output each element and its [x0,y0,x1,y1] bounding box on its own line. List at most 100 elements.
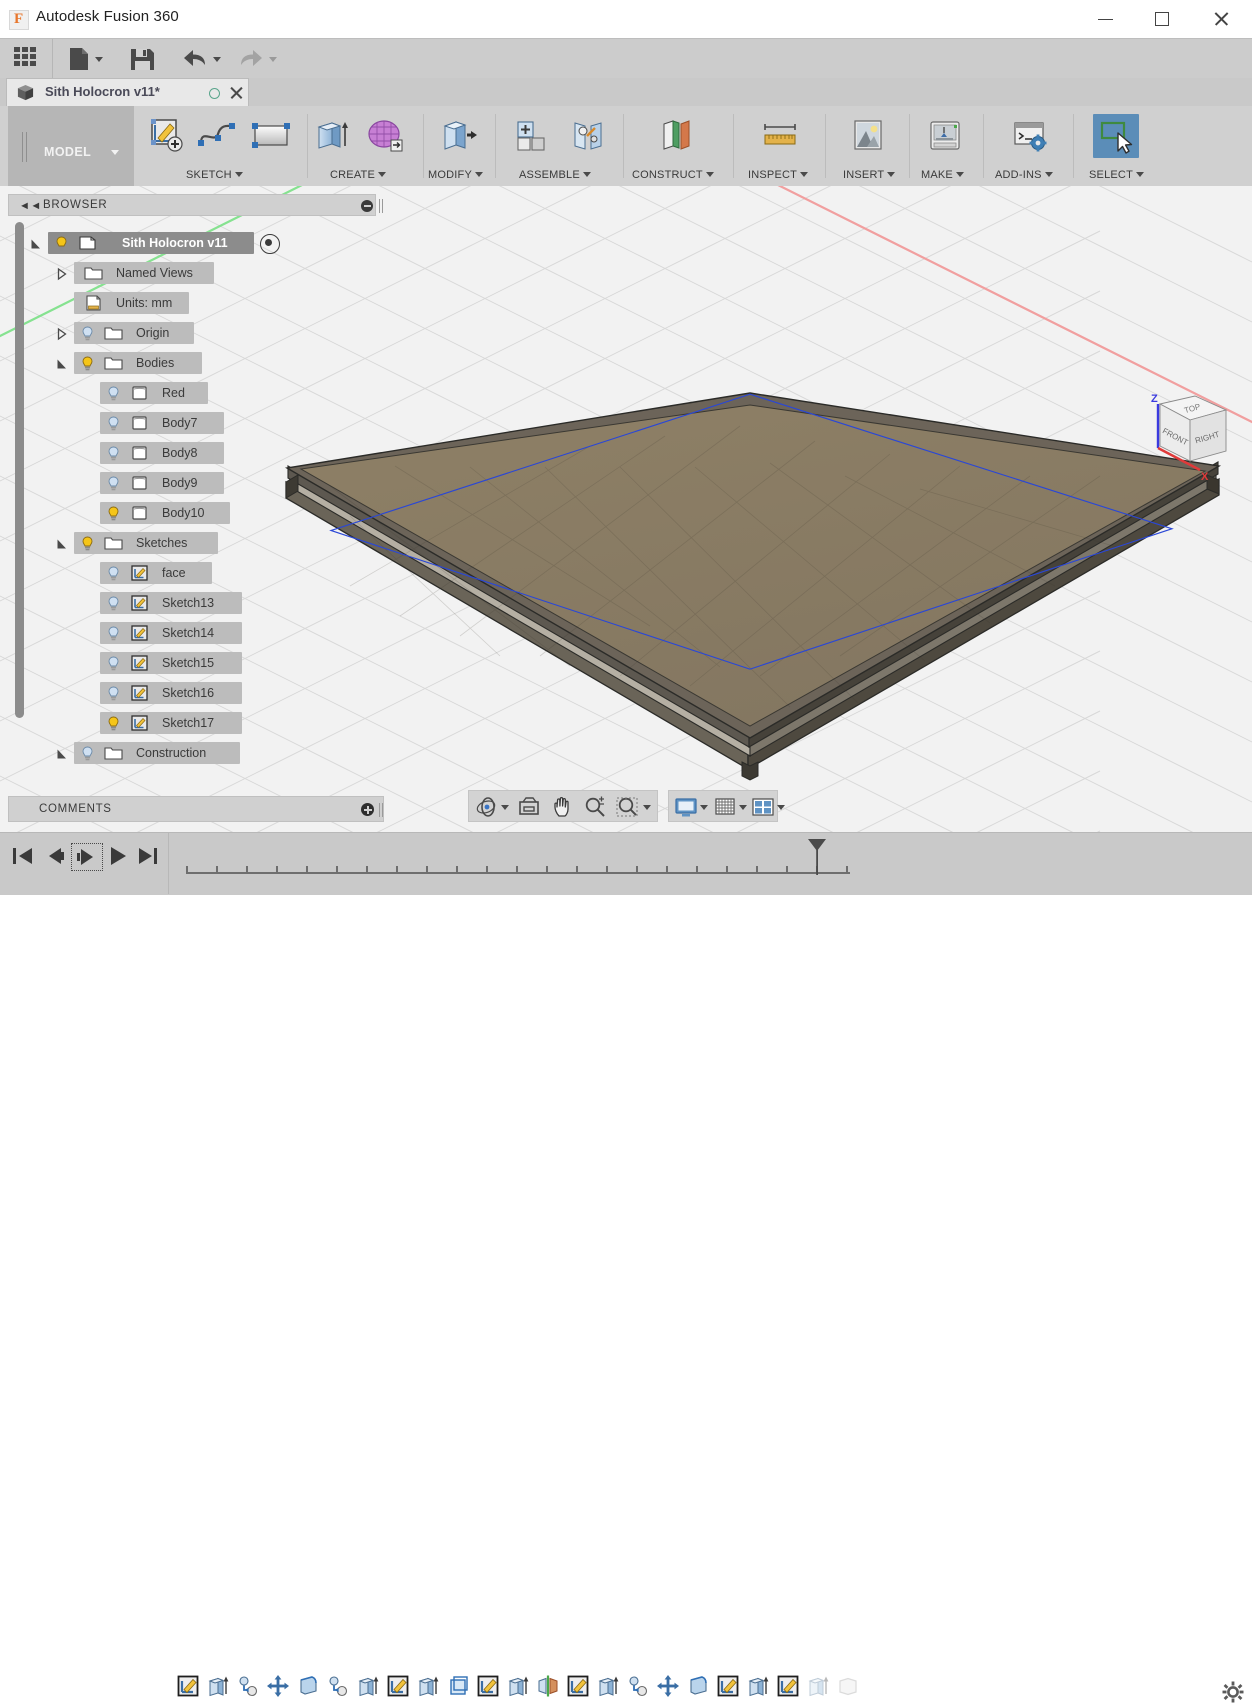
comments-panel[interactable]: COMMENTS [8,796,384,822]
browser-tree-item[interactable]: Sketch16 [30,678,376,708]
chevron-down-icon[interactable] [643,805,651,810]
feature-extrude[interactable] [206,1674,230,1698]
step-back-button[interactable] [40,843,70,869]
play-button[interactable] [103,843,133,869]
collapse-arrow-icon[interactable] [56,268,68,280]
light-bulb-icon[interactable] [106,626,121,642]
jump-start-button[interactable] [8,843,38,869]
light-bulb-icon[interactable] [106,566,121,582]
jump-end-button[interactable] [133,843,163,869]
minimize-button[interactable] [1085,0,1131,38]
feature-extrude[interactable] [596,1674,620,1698]
form-button[interactable] [362,114,408,158]
browser-tree-item[interactable]: Sketch14 [30,618,376,648]
feature-sketch[interactable] [716,1674,740,1698]
chevron-down-icon[interactable] [700,805,708,810]
timeline-rail[interactable] [186,872,850,874]
feature-sketch[interactable] [566,1674,590,1698]
browser-tree-item[interactable]: Sketches [30,528,376,558]
gear-icon[interactable] [1222,1681,1244,1703]
expand-arrow-icon[interactable] [30,238,42,250]
feature-joint[interactable] [236,1674,260,1698]
feature-fillet[interactable] [296,1674,320,1698]
maximize-button[interactable] [1141,0,1187,38]
orbit-button[interactable] [475,795,499,819]
expand-arrow-icon[interactable] [56,748,68,760]
light-bulb-icon[interactable] [106,476,121,492]
zoom-button[interactable] [583,795,607,819]
file-menu-button[interactable] [66,45,110,73]
light-bulb-icon[interactable] [106,416,121,432]
chevron-down-icon[interactable] [739,805,747,810]
step-forward-button[interactable] [71,843,103,871]
expand-arrow-icon[interactable] [56,358,68,370]
ribbon-panel-label-inspect[interactable]: INSPECT [748,169,808,181]
light-bulb-icon[interactable] [80,326,95,342]
press-pull-button[interactable] [436,114,482,158]
light-bulb-icon[interactable] [106,716,121,732]
undo-button[interactable] [180,45,228,73]
feature-sketch[interactable] [386,1674,410,1698]
feature-sketch[interactable] [776,1674,800,1698]
chevron-down-icon[interactable] [501,805,509,810]
browser-tree-item[interactable]: Origin [30,318,376,348]
light-bulb-icon[interactable] [106,446,121,462]
grid-snaps-button[interactable] [713,795,737,819]
scripts-addins-button[interactable] [1006,114,1052,158]
light-bulb-icon[interactable] [54,236,69,252]
light-bulb-icon[interactable] [80,356,95,372]
minimize-icon[interactable] [361,200,373,212]
ribbon-panel-label-addins[interactable]: ADD-INS [995,169,1053,181]
feature-sketch[interactable] [476,1674,500,1698]
feature-extrude[interactable] [416,1674,440,1698]
redo-button[interactable] [236,45,284,73]
expand-arrow-icon[interactable] [56,538,68,550]
browser-tree-item[interactable]: Construction [30,738,376,768]
fit-button[interactable] [615,795,639,819]
light-bulb-icon[interactable] [106,686,121,702]
document-tab[interactable]: Sith Holocron v11* [6,78,249,106]
feature-extrude[interactable] [746,1674,770,1698]
ribbon-panel-label-insert[interactable]: INSERT [843,169,895,181]
feature-extrude[interactable] [356,1674,380,1698]
browser-header[interactable]: ◄◄ BROWSER [8,194,376,216]
timeline-marker[interactable] [807,838,827,878]
feature-extrude[interactable] [506,1674,530,1698]
ribbon-panel-label-construct[interactable]: CONSTRUCT [632,169,714,181]
spline-button[interactable] [194,114,240,158]
select-button[interactable] [1093,114,1139,158]
insert-image-button[interactable] [845,114,891,158]
close-icon[interactable] [229,85,243,99]
plus-icon[interactable] [361,803,374,816]
ribbon-panel-label-assemble[interactable]: ASSEMBLE [519,169,591,181]
view-cube[interactable]: TOP FRONT RIGHT Z X [1140,386,1245,491]
browser-tree-item[interactable]: face [30,558,376,588]
ribbon-panel-label-modify[interactable]: MODIFY [428,169,483,181]
chevron-down-icon[interactable] [777,805,785,810]
panel-grip[interactable] [379,199,383,213]
browser-tree-item[interactable]: Sketch15 [30,648,376,678]
browser-tree-item[interactable]: Named Views [30,258,376,288]
workspace-selector[interactable]: MODEL [8,106,134,186]
feature-sketch[interactable] [176,1674,200,1698]
activate-component-radio[interactable] [260,234,280,254]
browser-tree-item[interactable]: Body10 [30,498,376,528]
pan-button[interactable] [551,795,575,819]
light-bulb-icon[interactable] [80,536,95,552]
light-bulb-icon[interactable] [106,656,121,672]
3d-print-button[interactable] [922,114,968,158]
browser-tree-item[interactable]: Red [30,378,376,408]
viewports-button[interactable] [751,795,775,819]
browser-scroll-thumb[interactable] [15,222,24,718]
extrude-button[interactable] [310,114,356,158]
browser-tree-item[interactable]: Sketch13 [30,588,376,618]
joint-button[interactable] [565,114,611,158]
panel-grip[interactable] [379,803,383,817]
feature-extrude-pending[interactable] [806,1674,830,1698]
feature-shell[interactable] [446,1674,470,1698]
light-bulb-icon[interactable] [80,746,95,762]
look-at-button[interactable] [517,795,541,819]
create-sketch-button[interactable] [142,114,188,158]
save-button[interactable] [128,45,158,73]
light-bulb-icon[interactable] [106,596,121,612]
